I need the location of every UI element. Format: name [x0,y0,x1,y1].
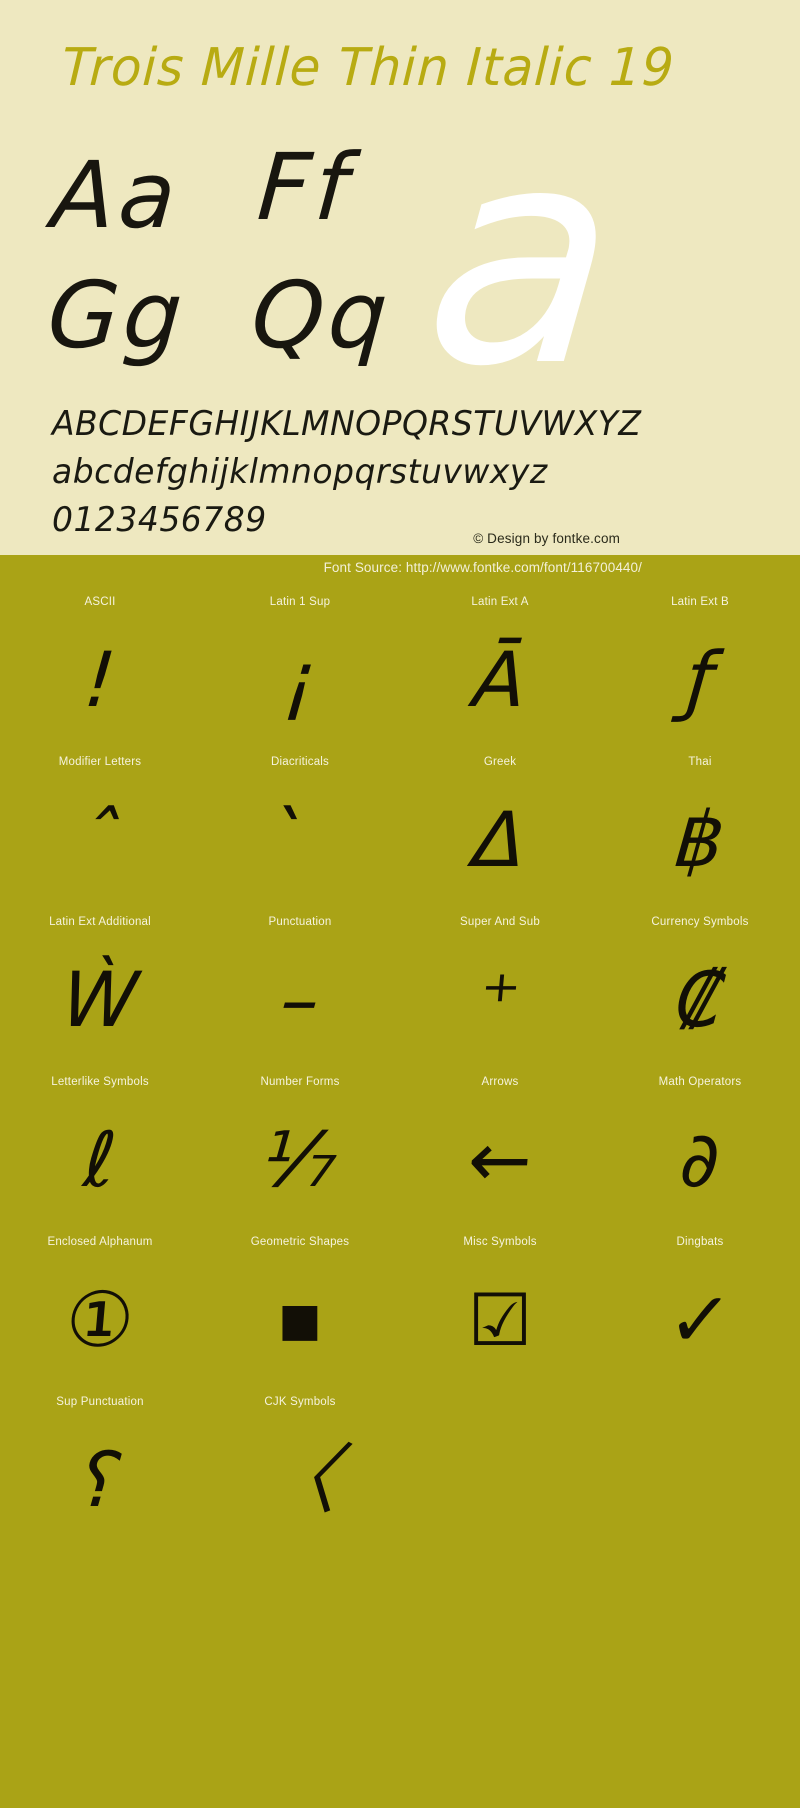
unicode-block-glyph: ℓ [80,1114,120,1204]
unicode-block-cell[interactable]: Misc Symbols ☑ [400,1227,600,1387]
unicode-block-label: Number Forms [260,1076,340,1088]
unicode-block-label: Enclosed Alphanum [47,1236,153,1248]
unicode-block-glyph: ← [464,1114,536,1204]
uppercase-alphabet-line: ABCDEFGHIJKLMNOPQRSTUVWXYZ [52,404,642,444]
unicode-block-cell[interactable]: Modifier Letters ˆ [0,747,200,907]
unicode-blocks-panel: Font Source: http://www.fontke.com/font/… [0,555,800,1808]
design-credit: © Design by fontke.com [473,531,620,546]
unicode-block-cell[interactable]: Sup Punctuation ⸮ [0,1387,200,1547]
unicode-block-glyph: ■ [278,1277,322,1362]
glyph-pair-sample: Ff [254,134,356,241]
unicode-block-glyph: ˆ [77,794,123,884]
unicode-block-label: Punctuation [268,916,332,928]
unicode-block-glyph: ₡ [671,954,729,1044]
unicode-block-glyph: ⁺ [476,954,524,1044]
unicode-block-label: Letterlike Symbols [51,1076,149,1088]
unicode-block-glyph: Δ [470,794,530,884]
unicode-block-label: Greek [483,756,517,768]
unicode-block-cell[interactable]: Letterlike Symbols ℓ [0,1067,200,1227]
unicode-block-cell[interactable]: Number Forms ⅐ [200,1067,400,1227]
unicode-block-label: Misc Symbols [463,1236,537,1248]
unicode-block-label: Modifier Letters [58,756,142,768]
unicode-block-glyph: ! [80,634,120,724]
unicode-block-label: ASCII [84,596,116,608]
specimen-panel: Trois Mille Thin Italic 19 Aa Ff Gg Qq a… [0,0,800,555]
unicode-block-glyph: – [277,954,323,1044]
unicode-block-cell[interactable]: Math Operators ∂ [600,1067,800,1227]
unicode-block-glyph: ¡ [280,634,320,724]
hero-glyph: a [414,83,630,432]
unicode-block-label: Arrows [481,1076,519,1088]
unicode-block-label: Thai [688,756,712,768]
alphabet-block: ABCDEFGHIJKLMNOPQRSTUVWXYZ abcdefghijklm… [52,400,772,544]
font-source-link[interactable]: Font Source: http://www.fontke.com/font/… [324,560,642,575]
digits-line: 0123456789 [52,500,267,540]
unicode-block-glyph: ƒ [682,634,718,724]
unicode-block-cell[interactable]: Currency Symbols ₡ [600,907,800,1067]
glyph-pair-sample: Gg [44,262,190,369]
lowercase-alphabet-line: abcdefghijklmnopqrstuvwxyz [52,452,548,492]
unicode-block-glyph: ̀ [296,794,304,884]
unicode-block-cell[interactable]: Geometric Shapes ■ [200,1227,400,1387]
unicode-block-label: Latin Ext B [671,596,729,608]
unicode-block-glyph: ① [62,1274,138,1364]
unicode-block-label: Dingbats [676,1236,724,1248]
unicode-block-label: Sup Punctuation [56,1396,144,1408]
unicode-block-cell[interactable]: Latin 1 Sup ¡ [200,587,400,747]
unicode-block-label: Super And Sub [460,916,540,928]
unicode-block-cell[interactable]: Latin Ext Additional Ẁ [0,907,200,1067]
unicode-block-glyph: ⸮ [75,1434,125,1524]
unicode-block-glyph: Ā [470,634,530,724]
font-specimen-page: Trois Mille Thin Italic 19 Aa Ff Gg Qq a… [0,0,800,1808]
glyph-pair-sample: Qq [248,262,395,369]
unicode-block-glyph: ฿ [671,794,729,884]
unicode-block-cell [600,1387,800,1547]
unicode-block-glyph: ∂ [676,1114,724,1204]
glyph-pair-grid: Aa Ff Gg Qq [0,134,800,398]
unicode-block-glyph [395,1417,606,1542]
unicode-block-cell[interactable]: ASCII ! [0,587,200,747]
unicode-block-label: Diacriticals [271,756,329,768]
unicode-block-cell[interactable]: Latin Ext B ƒ [600,587,800,747]
unicode-block-label: CJK Symbols [264,1396,336,1408]
unicode-block-glyph: ✓ [664,1274,736,1364]
unicode-block-cell[interactable]: Enclosed Alphanum ① [0,1227,200,1387]
unicode-block-cell[interactable]: Latin Ext A Ā [400,587,600,747]
unicode-block-cell[interactable]: Punctuation – [200,907,400,1067]
unicode-block-label: Latin Ext A [471,596,529,608]
unicode-block-cell [400,1387,600,1547]
unicode-block-glyph: ☑ [467,1277,533,1362]
unicode-block-glyph: ⅐ [259,1114,341,1204]
unicode-block-cell[interactable]: CJK Symbols 〈 [200,1387,400,1547]
unicode-block-cell[interactable]: Arrows ← [400,1067,600,1227]
unicode-block-label: Currency Symbols [651,916,749,928]
unicode-block-cell[interactable]: Diacriticals ̀ [200,747,400,907]
unicode-block-glyph: Ẁ [58,954,142,1044]
unicode-block-label: Latin 1 Sup [269,596,331,608]
unicode-block-label: Latin Ext Additional [49,916,151,928]
unicode-block-grid: ASCII ! Latin 1 Sup ¡ Latin Ext A Ā Lati… [0,587,800,1547]
unicode-block-cell[interactable]: Greek Δ [400,747,600,907]
unicode-block-label: Geometric Shapes [250,1236,350,1248]
unicode-block-label: Math Operators [658,1076,742,1088]
unicode-block-cell[interactable]: Thai ฿ [600,747,800,907]
unicode-block-glyph: 〈 [258,1434,342,1524]
unicode-block-glyph [595,1417,800,1542]
glyph-pair-sample: Aa [48,142,184,249]
unicode-block-cell[interactable]: Super And Sub ⁺ [400,907,600,1067]
unicode-block-cell[interactable]: Dingbats ✓ [600,1227,800,1387]
